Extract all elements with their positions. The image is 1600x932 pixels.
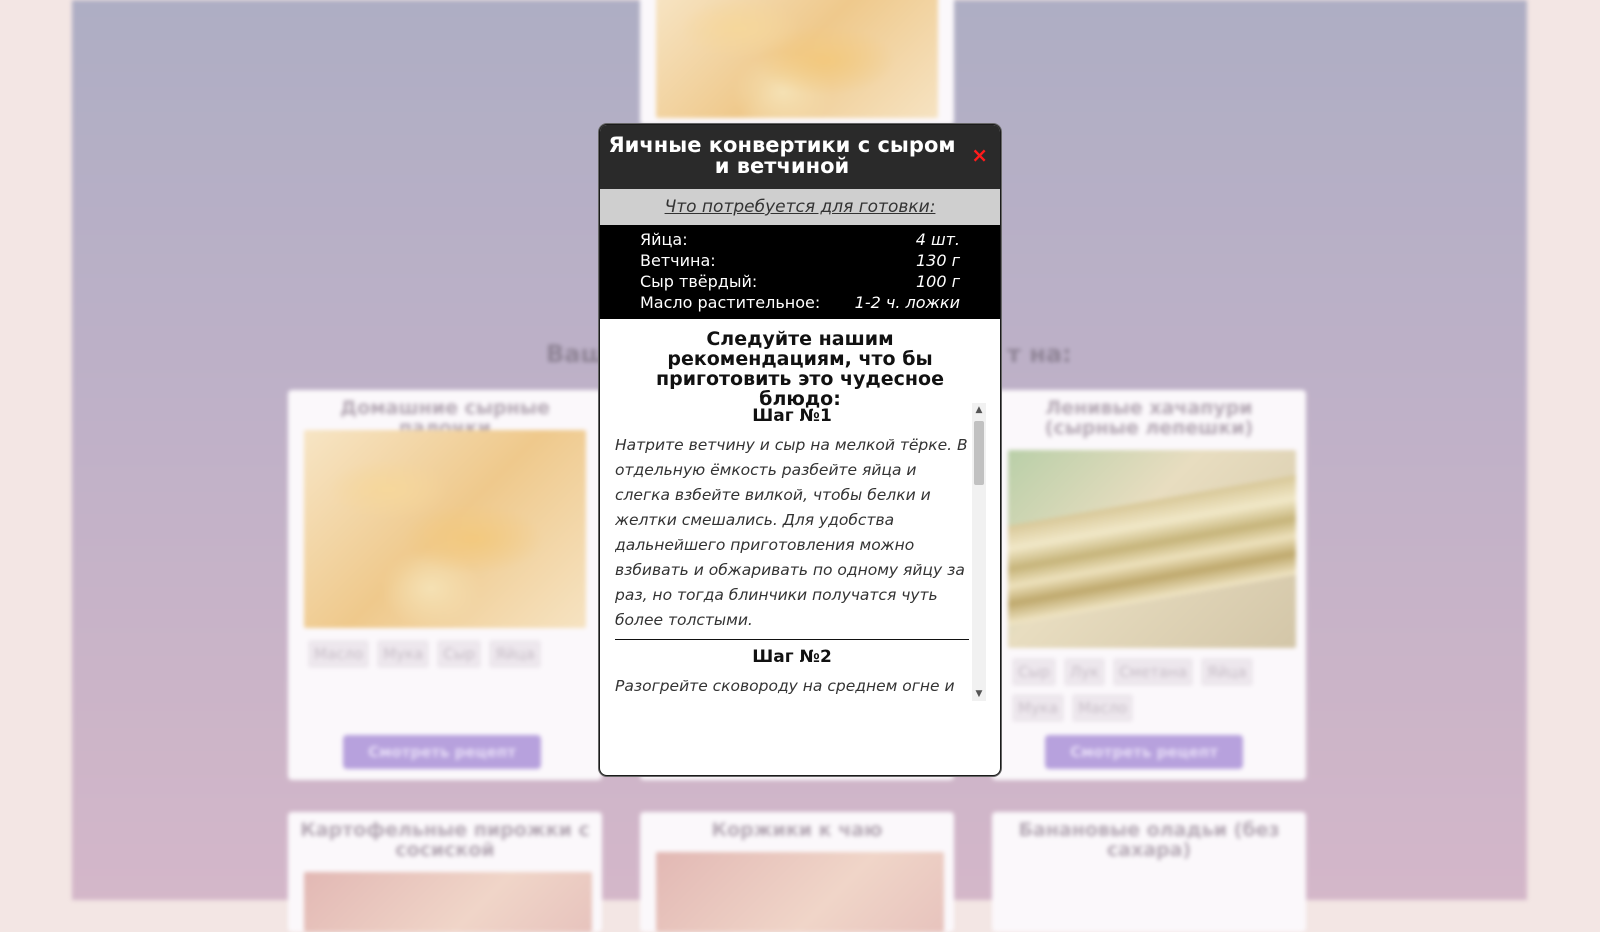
ingredient-row: Сыр твёрдый: 100 г bbox=[600, 271, 1000, 292]
close-icon[interactable]: × bbox=[971, 145, 988, 165]
view-recipe-button[interactable]: Смотреть рецепт bbox=[1045, 735, 1243, 769]
section-heading-left: Ваш bbox=[546, 340, 606, 368]
ingredient-tag: Масло bbox=[308, 640, 370, 668]
modal-title: Яичные конвертики с сыром и ветчиной bbox=[608, 133, 956, 178]
ingredient-tag: Масло bbox=[1072, 694, 1134, 722]
ingredient-tag: Мука bbox=[1012, 694, 1065, 722]
recipe-photo bbox=[656, 852, 944, 932]
recipe-card: Банановые оладьи (без сахара) bbox=[992, 812, 1306, 932]
scrollbar[interactable]: ▲ ▼ bbox=[972, 403, 986, 701]
top-recipe-card bbox=[640, 0, 954, 125]
instructions-heading: Следуйте нашим рекомендациям, что бы при… bbox=[656, 328, 944, 410]
step-title: Шаг №1 bbox=[752, 406, 832, 426]
ingredient-amount: 100 г bbox=[915, 272, 960, 291]
step-title: Шаг №2 bbox=[752, 647, 832, 667]
step-text: Разогрейте сковороду на среднем огне и bbox=[615, 677, 955, 695]
ingredient-tag: Сыр bbox=[1012, 658, 1056, 686]
recipe-card: Картофельные пирожки с сосиской bbox=[288, 812, 602, 932]
recipe-card: Ленивые хачапури (сырные лепешки) Сыр Лу… bbox=[992, 390, 1306, 780]
ingredient-name: Масло растительное: bbox=[640, 293, 821, 312]
ingredient-amount: 130 г bbox=[915, 251, 960, 270]
ingredient-tag: Сметана bbox=[1113, 658, 1194, 686]
ingredient-amount: 1-2 ч. ложки bbox=[854, 293, 960, 312]
ingredient-tag: Мука bbox=[377, 640, 430, 668]
ingredients-heading: Что потребуется для готовки: bbox=[600, 189, 1000, 225]
ingredient-tags: Масло Мука Сыр Яйца bbox=[308, 640, 588, 668]
ingredient-row: Ветчина: 130 г bbox=[600, 250, 1000, 271]
steps-scroll-area[interactable]: Шаг №1 Натрите ветчину и сыр на мелкой т… bbox=[615, 403, 986, 701]
steps-list: Шаг №1 Натрите ветчину и сыр на мелкой т… bbox=[615, 403, 969, 701]
ingredient-tag: Сыр bbox=[437, 640, 482, 668]
section-heading-right: т на: bbox=[1007, 340, 1072, 368]
recipe-card-title: Коржики к чаю bbox=[711, 819, 883, 841]
recipe-photo bbox=[1008, 450, 1296, 648]
recipe-card: Коржики к чаю bbox=[640, 812, 954, 932]
recipe-card: Домашние сырные палочки Масло Мука Сыр Я… bbox=[288, 390, 602, 780]
view-recipe-button[interactable]: Смотреть рецепт bbox=[343, 735, 541, 769]
recipe-photo bbox=[304, 872, 592, 932]
recipe-modal: Яичные конвертики с сыром и ветчиной × Ч… bbox=[599, 124, 1001, 776]
modal-header: Яичные конвертики с сыром и ветчиной × bbox=[600, 125, 1000, 189]
scroll-down-icon[interactable]: ▼ bbox=[972, 687, 986, 701]
recipe-card-title: Картофельные пирожки с сосиской bbox=[300, 819, 590, 861]
ingredient-tags: Сыр Лук Сметана Яйца Мука Масло bbox=[1012, 658, 1292, 722]
step-text: Натрите ветчину и сыр на мелкой тёрке. В… bbox=[615, 436, 968, 629]
recipe-card-title: Банановые оладьи (без сахара) bbox=[1018, 819, 1280, 861]
ingredient-name: Сыр твёрдый: bbox=[640, 272, 758, 291]
ingredient-row: Масло растительное: 1-2 ч. ложки bbox=[600, 292, 1000, 313]
ingredient-tag: Яйца bbox=[489, 640, 541, 668]
ingredient-row: Яйца: 4 шт. bbox=[600, 229, 1000, 250]
recipe-photo bbox=[656, 0, 938, 118]
recipe-photo bbox=[304, 430, 586, 628]
recipe-photo bbox=[1008, 872, 1296, 932]
scroll-up-icon[interactable]: ▲ bbox=[972, 403, 986, 417]
ingredient-amount: 4 шт. bbox=[915, 230, 960, 249]
ingredient-tag: Лук bbox=[1063, 658, 1106, 686]
step-divider bbox=[615, 639, 969, 640]
ingredient-name: Ветчина: bbox=[640, 251, 716, 270]
ingredient-name: Яйца: bbox=[640, 230, 688, 249]
recipe-card-title: Ленивые хачапури (сырные лепешки) bbox=[1044, 397, 1254, 439]
ingredient-tag: Яйца bbox=[1201, 658, 1253, 686]
ingredients-list: Яйца: 4 шт. Ветчина: 130 г Сыр твёрдый: … bbox=[600, 225, 1000, 319]
scroll-thumb[interactable] bbox=[974, 421, 984, 485]
